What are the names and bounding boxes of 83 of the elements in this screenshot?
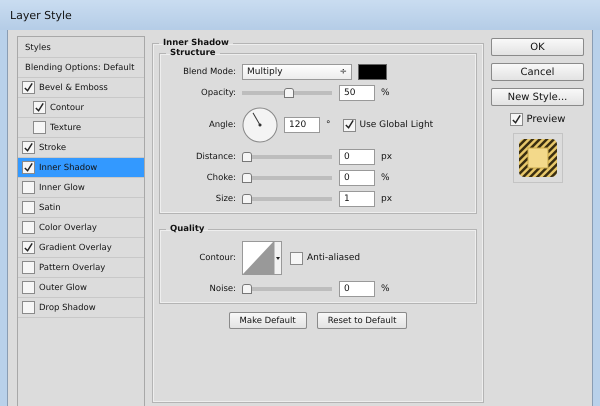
field-label: Opacity: [200,88,237,98]
checkbox[interactable] [22,261,35,274]
checkbox[interactable] [33,101,46,114]
field-label: Noise: [208,284,237,294]
checkbox-label: Anti-aliased [307,253,360,263]
preview-thumbnail [512,133,562,183]
checkbox[interactable] [290,252,303,264]
number-field[interactable]: 120 [284,117,320,133]
dialog-button[interactable]: New Style... [491,88,584,106]
group-title: Structure [169,48,217,58]
field-label: Contour: [198,253,237,263]
style-list-item[interactable]: Inner Shadow [18,158,144,178]
style-list-item[interactable]: Blending Options: Default [18,58,144,78]
style-name: Satin [39,202,61,212]
color-swatch[interactable] [358,64,387,80]
checkbox[interactable] [33,121,46,134]
angle-dial[interactable] [242,107,278,143]
style-list-item[interactable]: Bevel & Emboss [18,78,144,98]
slider-thumb[interactable] [242,152,252,162]
style-name: Texture [50,122,82,132]
unit-label: % [381,88,390,98]
field-label: Angle: [208,120,237,130]
style-name: Inner Glow [39,182,85,192]
unit-label: px [381,194,392,204]
group-title: Inner Shadow [162,38,230,48]
style-list-item[interactable]: Gradient Overlay [18,238,144,258]
contour-picker[interactable] [242,241,282,275]
checkbox[interactable] [342,118,356,132]
style-list-item[interactable]: Styles [18,38,144,58]
style-name: Drop Shadow [39,302,96,312]
blend-mode-dropdown[interactable]: Multiply ÷ [242,64,352,80]
field-label: Distance: [194,152,237,162]
number-field[interactable]: 0 [339,170,375,186]
checkbox[interactable] [22,281,35,294]
style-list-item[interactable]: Drop Shadow [18,298,144,318]
checkbox[interactable] [22,301,35,314]
number-field[interactable]: 50 [339,85,375,101]
dropdown-arrow: ÷ [339,67,347,77]
checkbox[interactable] [22,141,35,154]
window-title: Layer Style [10,8,72,22]
style-name: Inner Shadow [39,162,98,172]
style-list-item[interactable]: Outer Glow [18,278,144,298]
style-name: Color Overlay [39,222,97,232]
checkbox[interactable] [22,81,35,94]
style-name: Contour [50,102,84,112]
field-label: Size: [214,194,237,204]
group-title: Quality [169,224,206,234]
checkbox[interactable] [22,161,35,174]
unit-label: ° [326,120,330,130]
style-name: Outer Glow [39,282,87,292]
unit-label: % [381,284,390,294]
style-list-item[interactable]: Color Overlay [18,218,144,238]
number-field[interactable]: 1 [339,191,375,207]
field-label: Blend Mode: [182,67,237,77]
slider-thumb[interactable] [242,173,252,183]
style-list-item[interactable]: Inner Glow [18,178,144,198]
style-name: Stroke [39,142,66,152]
style-list-item[interactable]: Contour [18,98,144,118]
style-name: Bevel & Emboss [39,82,108,92]
style-list-item[interactable]: Pattern Overlay [18,258,144,278]
checkbox[interactable] [22,181,35,194]
dialog-button[interactable]: Reset to Default [316,312,408,329]
style-name: Pattern Overlay [39,262,106,272]
style-list-item[interactable]: Satin [18,198,144,218]
number-field[interactable]: 0 [339,281,375,297]
slider-thumb[interactable] [242,194,252,204]
checkbox-label: Use Global Light [360,120,434,130]
checkbox[interactable] [22,221,35,234]
dialog-button[interactable]: Cancel [491,63,584,81]
unit-label: px [381,152,392,162]
style-list-item[interactable]: Texture [18,118,144,138]
number-field[interactable]: 0 [339,149,375,165]
dialog-button[interactable]: Make Default [228,312,307,329]
checkbox-label: Preview [526,114,566,125]
slider-thumb[interactable] [242,284,252,294]
checkbox[interactable] [510,113,523,126]
checkbox[interactable] [22,201,35,214]
checkbox[interactable] [22,241,35,254]
field-label: Choke: [206,173,237,183]
slider-thumb[interactable] [284,88,294,98]
dialog-button[interactable]: OK [491,38,584,56]
style-name: Gradient Overlay [39,242,112,252]
unit-label: % [381,173,390,183]
